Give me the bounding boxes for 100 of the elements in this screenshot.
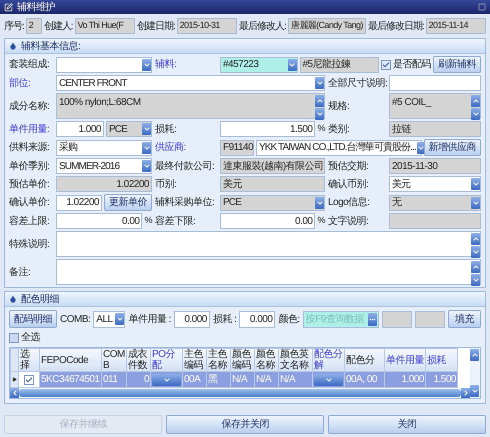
- checkbox-label: 全选: [21, 330, 40, 345]
- field-label: 全部尺寸说明:: [328, 76, 386, 90]
- field-label: 确认单价:: [9, 196, 50, 210]
- field-label: 成分名称:: [9, 100, 50, 114]
- text-field[interactable]: 唐麗麗(Candy Tang): [288, 18, 366, 34]
- row-pointer-icon: [12, 377, 17, 382]
- field-label: 类别:: [328, 122, 350, 136]
- scroll-down-button[interactable]: [471, 246, 480, 258]
- dropdown-field[interactable]: PCE: [106, 121, 152, 137]
- scroll-down-button[interactable]: [471, 108, 480, 120]
- dropdown-button[interactable]: [115, 313, 124, 325]
- text-field[interactable]: [382, 310, 412, 328]
- unit-label: %: [144, 214, 152, 228]
- field-label: 规格:: [328, 100, 350, 114]
- horizontal-scrollbar[interactable]: [10, 388, 470, 398]
- chevron-down-icon: [472, 276, 480, 284]
- chevron-down-icon: [470, 387, 478, 395]
- dropdown-field[interactable]: CENTER FRONT: [56, 75, 325, 91]
- number-field[interactable]: 0.00: [220, 213, 316, 229]
- lookup-field[interactable]: #457223: [220, 56, 298, 72]
- dropdown-field[interactable]: 无: [389, 194, 481, 210]
- dropdown-field[interactable]: SUMMER-2016: [56, 158, 152, 174]
- number-field[interactable]: 0.00: [56, 213, 142, 229]
- action-button[interactable]: 更新单价: [104, 194, 152, 211]
- text-field[interactable]: 2015-11-30: [389, 158, 481, 174]
- chevron-up-icon: [470, 351, 478, 359]
- scroll-up-button[interactable]: [471, 95, 480, 107]
- dropdown-field[interactable]: 采购: [56, 140, 152, 156]
- scroll-down-button[interactable]: [471, 274, 480, 286]
- text-field[interactable]: [389, 75, 481, 91]
- chevron-down-icon: [417, 144, 426, 152]
- vertical-scrollbar[interactable]: [470, 348, 480, 398]
- checkbox[interactable]: [24, 374, 34, 384]
- dropdown-field[interactable]: PCE: [220, 194, 325, 210]
- dropdown-button[interactable]: [142, 160, 151, 172]
- text-field[interactable]: 達東服裝(越南)有限公司: [220, 158, 325, 174]
- scroll-up-button[interactable]: [470, 349, 479, 361]
- field-label: 损耗 :: [212, 312, 236, 326]
- field-label: 供应商:: [155, 140, 187, 155]
- dropdown-button[interactable]: [315, 196, 324, 208]
- number-field[interactable]: 1.02200: [56, 176, 152, 192]
- number-field[interactable]: 0.000: [239, 310, 276, 328]
- dropdown-field[interactable]: ALL: [93, 310, 126, 328]
- action-button[interactable]: 保存并关闭: [166, 415, 324, 434]
- check-icon: [25, 376, 33, 384]
- action-button[interactable]: 关闭: [328, 415, 486, 434]
- scroll-down-button[interactable]: [315, 108, 324, 120]
- scroll-up-button[interactable]: [471, 261, 480, 273]
- chevron-down-icon: [142, 144, 150, 152]
- dropdown-button[interactable]: [471, 196, 480, 208]
- memo-field[interactable]: [56, 259, 481, 285]
- more-button[interactable]: [368, 312, 377, 326]
- dropdown-field[interactable]: YKK TAIWAN CO.,LTD.台灣華可貴股份...: [256, 140, 422, 156]
- number-field[interactable]: 1.000: [56, 121, 104, 137]
- chevron-down-icon: [142, 125, 150, 133]
- field-label: COMB:: [60, 312, 90, 326]
- field-label: 部位:: [9, 76, 32, 90]
- checkbox[interactable]: [381, 60, 391, 70]
- chevron-up-icon: [472, 263, 480, 271]
- action-button[interactable]: 刷新辅料: [433, 56, 481, 73]
- scroll-up-button[interactable]: [315, 95, 324, 107]
- dropdown-button[interactable]: [288, 58, 296, 70]
- number-field[interactable]: 1.500: [220, 121, 316, 137]
- scroll-up-button[interactable]: [471, 233, 480, 245]
- number-field[interactable]: 0.000: [174, 310, 210, 328]
- dropdown-button[interactable]: [315, 77, 324, 89]
- text-field[interactable]: 2015-11-14: [426, 18, 486, 34]
- chevron-down-icon: [472, 110, 480, 118]
- text-field[interactable]: 拉链: [389, 121, 481, 137]
- chevron-down-icon: [472, 198, 480, 206]
- text-field[interactable]: [414, 310, 445, 328]
- text-field[interactable]: [389, 213, 481, 229]
- action-button[interactable]: 配码明细: [9, 310, 57, 328]
- dropdown-button[interactable]: [471, 178, 480, 190]
- field-label: 单件用量:: [9, 122, 50, 136]
- memo-field[interactable]: 100% nylon;L:68CM: [56, 93, 325, 119]
- field-label: 预估单价:: [9, 178, 50, 192]
- text-field[interactable]: 美元: [220, 176, 325, 192]
- text-field[interactable]: 2015-10-31: [176, 18, 238, 34]
- text-field[interactable]: Vo Thi Hue(F: [74, 18, 135, 34]
- text-field[interactable]: 2: [26, 18, 42, 34]
- dropdown-button[interactable]: [142, 123, 151, 135]
- dropdown-button[interactable]: [142, 58, 151, 70]
- lookup-field[interactable]: 按F9查询数据: [302, 310, 379, 328]
- action-button[interactable]: 新增供应商: [424, 139, 481, 156]
- checkbox[interactable]: [9, 332, 19, 342]
- number-field[interactable]: 1.02200: [56, 194, 102, 210]
- text-field[interactable]: #5尼龍拉鍊: [300, 56, 379, 72]
- field-label: 容差上限:: [9, 214, 50, 228]
- action-button[interactable]: 填充: [448, 310, 481, 328]
- maximize-icon: [478, 3, 486, 11]
- chevron-down-icon: [142, 60, 150, 68]
- dropdown-field[interactable]: 美元: [389, 176, 481, 192]
- field-label: 单件用量 :: [128, 312, 171, 326]
- dropdown-field[interactable]: [56, 56, 152, 72]
- spin-field[interactable]: #5 COIL_: [389, 93, 481, 119]
- dropdown-button[interactable]: [142, 142, 151, 154]
- scroll-down-button[interactable]: [470, 385, 479, 397]
- memo-field[interactable]: [56, 231, 481, 257]
- text-field[interactable]: F91140: [220, 140, 254, 156]
